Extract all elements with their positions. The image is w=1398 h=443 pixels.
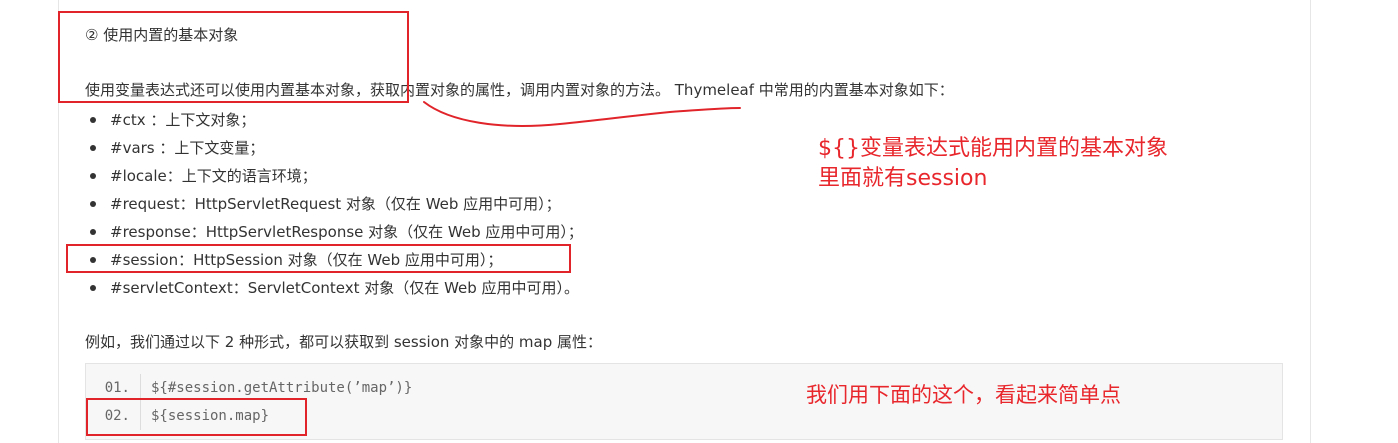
- list-item: #servletContext：ServletContext 对象（仅在 Web…: [88, 274, 583, 302]
- bullet-icon: [90, 285, 96, 291]
- highlight-box-code-line: [86, 398, 307, 436]
- list-item: #locale：上下文的语言环境；: [88, 162, 583, 190]
- bullet-icon: [90, 117, 96, 123]
- bullet-icon: [90, 201, 96, 207]
- underline-scribble: [423, 101, 741, 127]
- list-item: #request：HttpServletRequest 对象（仅在 Web 应用…: [88, 190, 583, 218]
- annotation-note-1-line-2: 里面就有session: [818, 166, 988, 191]
- highlight-box-heading: [58, 11, 409, 103]
- code-text: ${#session.getAttribute(’map’)}: [151, 380, 413, 396]
- annotation-note-1: ${}变量表达式能用内置的基本对象: [818, 136, 1168, 161]
- example-paragraph: 例如，我们通过以下 2 种形式，都可以获取到 session 对象中的 map …: [85, 333, 603, 351]
- bullet-icon: [90, 145, 96, 151]
- annotation-note-2: 我们用下面的这个，看起来简单点: [806, 383, 1121, 407]
- bullet-icon: [90, 173, 96, 179]
- highlight-box-session-item: [66, 244, 571, 273]
- list-item: #vars ：上下文变量；: [88, 134, 583, 162]
- right-border: [1310, 0, 1311, 443]
- bullet-icon: [90, 229, 96, 235]
- list-item: #response：HttpServletResponse 对象（仅在 Web …: [88, 218, 583, 246]
